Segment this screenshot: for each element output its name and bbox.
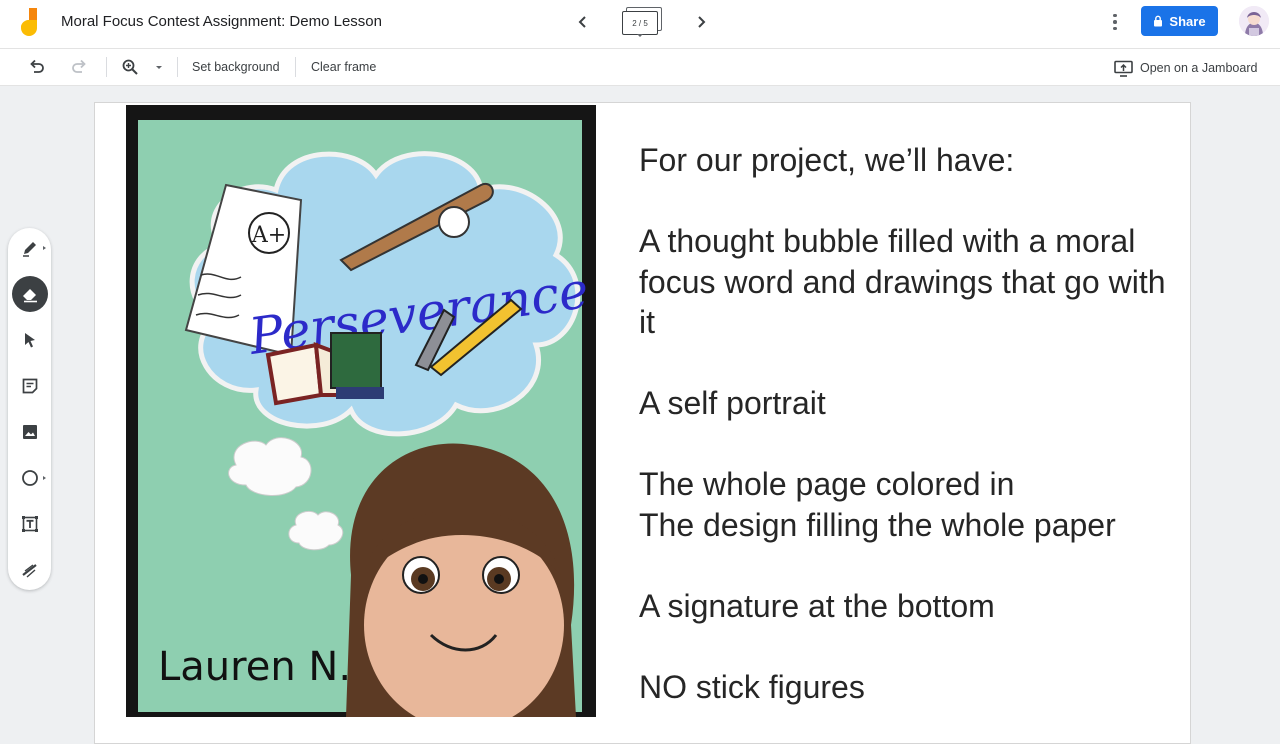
- project-intro-line: For our project, we’ll have:: [639, 142, 1015, 178]
- requirement-thought-bubble: A thought bubble filled with a moral foc…: [639, 223, 1166, 340]
- artwork-drawing: A+ Perseverance Lauren N.: [126, 105, 596, 717]
- next-frame-button[interactable]: [689, 10, 713, 34]
- zoom-dropdown-icon[interactable]: [156, 66, 162, 69]
- chevron-down-icon: [637, 34, 643, 37]
- clear-frame-button[interactable]: Clear frame: [311, 60, 376, 74]
- undo-icon: [30, 59, 44, 73]
- cast-to-device-icon: [1114, 60, 1133, 77]
- top-bar: Moral Focus Contest Assignment: Demo Les…: [0, 0, 1280, 49]
- jamboard-logo[interactable]: [16, 6, 44, 38]
- share-label: Share: [1169, 13, 1206, 29]
- more-options-button[interactable]: [1105, 10, 1125, 34]
- document-title[interactable]: Moral Focus Contest Assignment: Demo Les…: [61, 13, 382, 30]
- cursor-arrow-icon: [25, 333, 35, 348]
- artwork-signature: Lauren N.: [158, 644, 351, 690]
- tool-rail: [8, 228, 51, 590]
- select-tool[interactable]: [12, 322, 48, 358]
- open-on-jamboard-label: Open on a Jamboard: [1140, 61, 1258, 75]
- slide-text-box[interactable]: For our project, we’ll have: A thought b…: [639, 140, 1184, 707]
- circle-icon: [22, 470, 38, 486]
- chevron-right-icon: [698, 16, 706, 28]
- laser-icon: [22, 564, 37, 578]
- chevron-left-icon: [578, 16, 586, 28]
- requirement-colored-in: The whole page colored in: [639, 466, 1015, 502]
- lock-icon: [1154, 15, 1163, 27]
- share-button[interactable]: Share: [1141, 6, 1218, 36]
- zoom-in-icon: [122, 59, 138, 75]
- grade-badge-text: A+: [251, 223, 286, 248]
- frame-bar-toggle[interactable]: 2 / 5: [620, 7, 664, 37]
- requirement-no-stick-figures: NO stick figures: [639, 668, 865, 705]
- add-image-tool[interactable]: [12, 414, 48, 450]
- avatar-image: [1239, 6, 1269, 36]
- eraser-icon: [23, 289, 37, 303]
- sticky-note-tool[interactable]: [12, 368, 48, 404]
- eraser-tool[interactable]: [12, 276, 48, 312]
- sticky-note-icon: [22, 378, 38, 394]
- requirement-self-portrait: A self portrait: [639, 385, 826, 421]
- student-artwork-image[interactable]: A+ Perseverance Lauren N.: [126, 105, 596, 717]
- pen-icon: [23, 242, 36, 257]
- requirement-signature: A signature at the bottom: [639, 587, 995, 624]
- laser-tool[interactable]: [12, 552, 48, 588]
- text-box-tool[interactable]: [12, 506, 48, 542]
- open-on-jamboard-button[interactable]: Open on a Jamboard: [1114, 58, 1257, 78]
- editing-toolbar: Set background Clear frame: [0, 49, 1280, 86]
- image-icon: [23, 425, 37, 439]
- requirement-fill-paper: The design filling the whole paper: [639, 506, 1116, 543]
- more-vert-icon: [1113, 13, 1117, 18]
- undo-button[interactable]: [25, 55, 49, 79]
- zoom-button[interactable]: [118, 55, 142, 79]
- previous-frame-button[interactable]: [571, 10, 595, 34]
- account-avatar[interactable]: [1239, 6, 1269, 36]
- set-background-button[interactable]: Set background: [192, 60, 280, 74]
- shape-tool[interactable]: [12, 460, 48, 496]
- frame-indicator: 2 / 5: [622, 11, 658, 35]
- text-box-icon: [22, 516, 38, 532]
- redo-button[interactable]: [67, 55, 91, 79]
- pen-tool[interactable]: [12, 230, 48, 266]
- redo-icon: [72, 59, 86, 73]
